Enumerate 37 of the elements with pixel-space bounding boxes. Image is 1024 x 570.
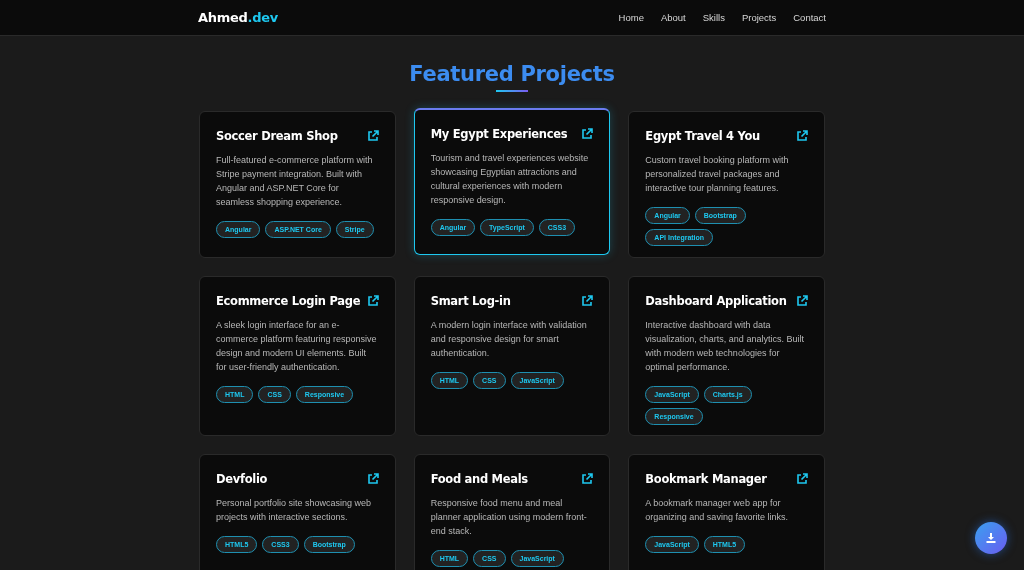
project-title: My Egypt Experiences: [430, 127, 568, 141]
nav-link[interactable]: Home: [618, 12, 644, 23]
project-description: Personal portfolio site showcasing web projects with interactive sections.: [216, 497, 373, 524]
project-description: Full-featured e-commerce platform with Stripe payment integration. Built with Angular and ASP.NET Core for seamless shopping experience.: [216, 154, 374, 209]
project-description: A bookmark manager web app for organizing and saving favorite links.: [645, 497, 789, 524]
project-title: Egypt Travel 4 You: [645, 129, 760, 143]
external-link-icon[interactable]: [581, 295, 594, 307]
project-description: A sleek login interface for an e-commerce platform featuring responsive design and modern UI elements. Built for user-friendly authentication.: [216, 319, 378, 374]
nav-link[interactable]: Projects: [741, 12, 777, 23]
project-title: Dashboard Application: [645, 294, 787, 308]
project-title: Bookmark Manager: [645, 472, 767, 486]
project-description: Responsive food menu and meal planner application using modern front-end stack.: [430, 497, 588, 538]
project-title: Food and Meals: [430, 472, 528, 486]
project-description: Interactive dashboard with data visualization, charts, and analytics. Built with modern web technologies for optimal performance.: [645, 319, 805, 374]
external-link-icon[interactable]: [796, 295, 808, 307]
external-link-icon[interactable]: [366, 130, 379, 142]
external-link-icon[interactable]: [581, 128, 594, 140]
download-icon: [985, 532, 997, 544]
nav-link[interactable]: Skills: [702, 12, 725, 23]
logo-link[interactable]: Ahmed.dev: [198, 10, 278, 25]
download-button[interactable]: [975, 522, 1007, 554]
nav-link[interactable]: About: [660, 12, 686, 23]
external-link-icon[interactable]: [366, 473, 379, 485]
project-title: Ecommerce Login Page: [216, 294, 361, 308]
external-link-icon[interactable]: [581, 473, 594, 485]
external-link-icon[interactable]: [366, 295, 379, 307]
project-description: Tourism and travel experiences website showcasing Egyptian attractions and cultural experiences with modern responsive design.: [430, 152, 590, 207]
section-title: Featured Projects: [409, 62, 615, 86]
project-title: Smart Log-in: [430, 294, 511, 308]
project-description: A modern login interface with validation and responsive design for smart authentication.: [430, 319, 588, 360]
project-title: Soccer Dream Shop: [216, 129, 338, 143]
external-link-icon[interactable]: [796, 473, 808, 485]
project-title: Devfolio: [216, 472, 268, 486]
project-description: Custom travel booking platform with personalized travel packages and interactive tour planning features.: [645, 154, 790, 195]
nav-link[interactable]: Contact: [793, 12, 826, 23]
external-link-icon[interactable]: [796, 130, 808, 142]
title-underline: [496, 90, 528, 92]
